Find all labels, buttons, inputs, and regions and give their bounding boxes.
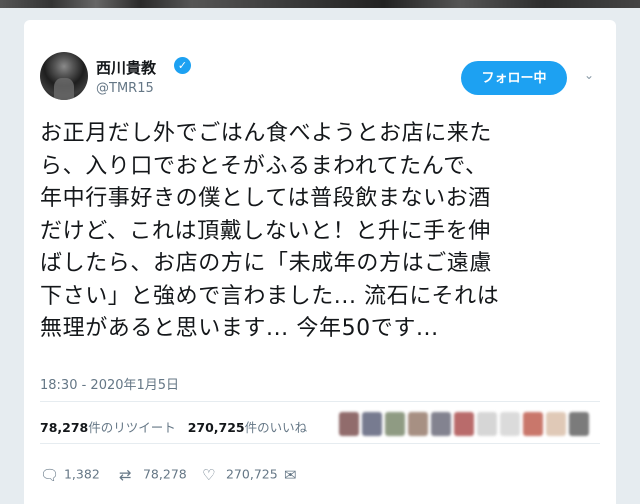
tweet-text-line: 下さい」と強めで言わました... 流石にそれは [40, 283, 500, 309]
engagement-stats: 78,278件のリツイート 270,725件のいいね [40, 417, 307, 436]
liker-avatar[interactable] [408, 412, 428, 436]
background-photo-strip [0, 0, 640, 8]
retweet-icon: ⇄ [119, 465, 132, 484]
verified-badge-icon: ✓ [174, 57, 191, 74]
liker-avatar[interactable] [500, 412, 520, 436]
liker-avatar[interactable] [362, 412, 382, 436]
tweet-text-line: 年中行事好きの僕としては普段飲まないお酒 [40, 186, 491, 211]
retweet-label[interactable]: 件のリツイート [88, 420, 176, 435]
author-name[interactable]: 西川貴教 [96, 57, 156, 78]
tweet-text-line: 無理があると思います... 今年50です... [40, 316, 439, 341]
author-handle[interactable]: @TMR15 [96, 81, 154, 96]
like-count[interactable]: 270,725 [188, 420, 245, 435]
liker-avatar[interactable] [339, 412, 359, 436]
tweet-text-line: お正月だし外でごはん食べようとお店に来た [40, 121, 493, 146]
retweet-count[interactable]: 78,278 [40, 420, 88, 435]
liker-avatar[interactable] [385, 412, 405, 436]
liker-avatar[interactable] [431, 412, 451, 436]
liker-avatar[interactable] [546, 412, 566, 436]
retweet-action-count: 78,278 [142, 466, 187, 482]
avatar[interactable] [40, 52, 88, 100]
liker-avatar[interactable] [523, 412, 543, 436]
tweet-timestamp[interactable]: 18:30 - 2020年1月5日 [40, 374, 179, 393]
message-action[interactable]: ✉ [284, 464, 304, 484]
reply-action[interactable]: 🗨︎ 1,382 [40, 464, 100, 484]
liker-avatar[interactable] [569, 412, 589, 436]
divider [40, 401, 600, 402]
envelope-icon: ✉ [284, 465, 297, 484]
divider [40, 443, 600, 444]
reply-count: 1,382 [63, 466, 100, 482]
tweet-text-line: だけど、これは頂戴しないと！と升に手を伸 [40, 218, 491, 244]
retweet-action[interactable]: ⇄ 78,278 [119, 464, 187, 484]
like-label[interactable]: 件のいいね [245, 420, 308, 435]
following-button[interactable]: フォロー中 [461, 61, 567, 95]
tweet-text-line: ばしたら、お店の方に「未成年の方はご遠慮 [40, 251, 493, 276]
chevron-down-icon[interactable]: ⌄ [582, 68, 596, 82]
like-action[interactable]: ♡ 270,725 [202, 464, 278, 484]
heart-icon: ♡ [202, 465, 216, 484]
liker-avatar[interactable] [477, 412, 497, 436]
tweet-card: 西川貴教 ✓ @TMR15 フォロー中 ⌄ お正月だし外でごはん食べようとお店に… [24, 20, 616, 504]
tweet-text: お正月だし外でごはん食べようとお店に来た ら、入り口でおとそがふるまわれてたんで… [40, 118, 610, 346]
like-action-count: 270,725 [225, 466, 278, 482]
liker-avatar[interactable] [454, 412, 474, 436]
tweet-text-line: ら、入り口でおとそがふるまわれてたんで、 [40, 153, 488, 179]
reply-icon: 🗨︎ [40, 465, 60, 484]
